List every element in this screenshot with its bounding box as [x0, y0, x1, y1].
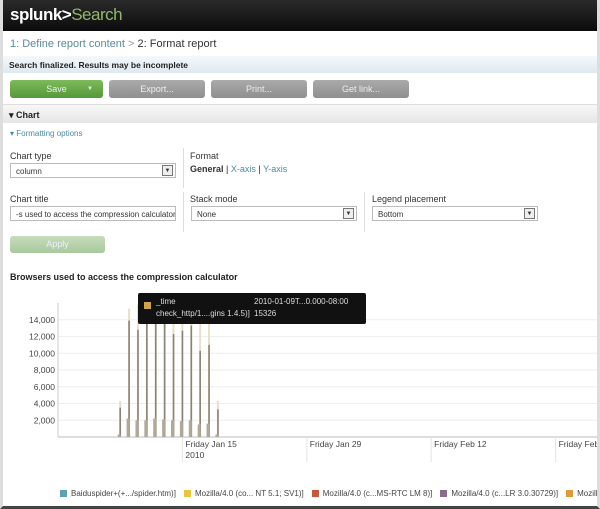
legend-label: Mozilla/4.0 (co... NT 5.1; SV1)]	[194, 489, 304, 498]
chart-bar	[135, 420, 139, 437]
legend-item[interactable]: Mozilla/4.0 (c...LR 3.0.30729)]	[440, 489, 558, 498]
legend-swatch	[60, 490, 67, 497]
chart-bar	[119, 407, 121, 437]
x-tick-label: Friday Jan 15	[185, 439, 237, 449]
x-tick-sublabel: 2010	[185, 450, 204, 460]
chart-plot: 2,000 4,000 6,000 8,000 10,000 12,000 14,000 Fr…	[29, 303, 600, 462]
legend-item[interactable]: Baiduspider+(+.../spider.htm)]	[60, 489, 176, 498]
chart-tooltip: _time 2010-01-09T...0.000-08:00 check_ht…	[138, 293, 366, 324]
legend-label: Mozilla/4.0 (c...LR 3.0.30729)]	[451, 489, 559, 498]
chart-bar	[199, 350, 201, 437]
tooltip-value-time: 2010-01-09T...0.000-08:00	[254, 297, 349, 306]
chart-bar	[117, 434, 121, 437]
legend-swatch	[566, 490, 574, 497]
legend-swatch	[311, 490, 319, 497]
tooltip-value-count: 15326	[254, 309, 277, 318]
y-tick-label: 4,000	[34, 399, 56, 409]
y-tick-label: 14,000	[29, 315, 55, 325]
chart-legend: Baiduspider+(+.../spider.htm)] Mozilla/4.…	[60, 489, 600, 498]
chart-bar	[188, 420, 192, 437]
chart-bar	[146, 323, 148, 437]
chart-bar	[144, 420, 148, 437]
legend-item[interactable]: Mozilla/4.0 (c...MS-RTC LM 8)]	[311, 489, 433, 498]
series-swatch	[144, 302, 151, 309]
legend-swatch	[183, 490, 191, 497]
chart-bar	[153, 418, 157, 437]
x-tick-label: Friday Jan 29	[310, 439, 362, 449]
chart-bar	[179, 421, 183, 437]
tooltip-key-series: check_http/1....gins 1.4.5)]	[156, 309, 250, 318]
chart-bar	[217, 409, 219, 437]
chart-bar	[208, 344, 210, 437]
chart-bar	[126, 418, 130, 437]
y-tick-label: 8,000	[34, 365, 56, 375]
chart-bar	[181, 330, 184, 437]
legend-label: Mozilla/4.0 (c...MS-RTC LM 8)]	[322, 489, 433, 498]
legend-swatch	[440, 490, 448, 497]
legend-label: Baiduspider+(+.../spider.htm)]	[71, 489, 176, 498]
y-tick-label: 2,000	[34, 415, 56, 425]
x-tick-label: Friday Feb 26	[559, 439, 600, 449]
tooltip-key-time: _time	[156, 297, 176, 306]
y-tick-label: 12,000	[29, 332, 55, 342]
chart-bar	[162, 419, 166, 437]
y-tick-label: 10,000	[29, 348, 55, 358]
chart-bar	[197, 424, 201, 437]
x-tick-label: Friday Feb 12	[434, 439, 487, 449]
chart-bar	[215, 434, 219, 437]
y-tick-label: 6,000	[34, 382, 56, 392]
chart-bar	[171, 420, 175, 437]
chart-bar	[206, 423, 210, 437]
legend-label: Mozilla/4	[577, 489, 600, 498]
legend-item[interactable]: Mozilla/4.0 (co... NT 5.1; SV1)]	[183, 489, 304, 498]
legend-item[interactable]: Mozilla/4	[566, 489, 600, 498]
